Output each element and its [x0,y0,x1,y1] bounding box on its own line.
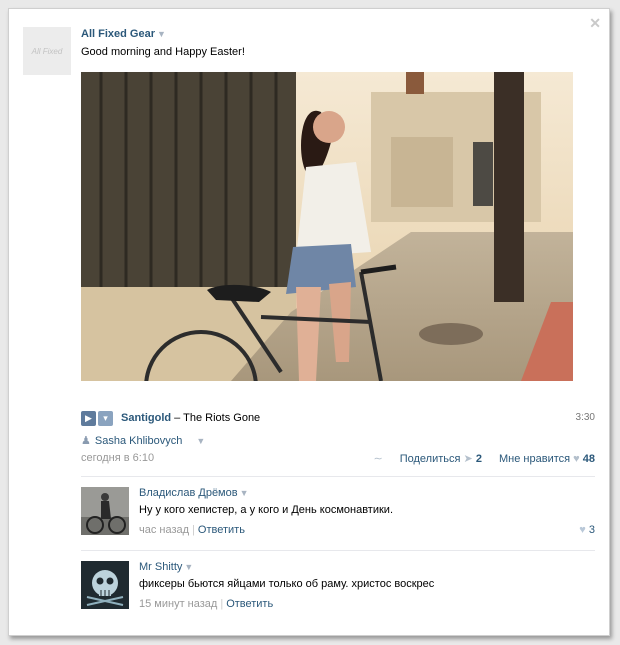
heart-icon: ♥ [579,524,586,536]
comment: Mr Shitty ▼ фиксеры бьются яйцами только … [81,561,595,611]
audio-artist[interactable]: Santigold [121,412,171,424]
comment-time[interactable]: час назад [139,524,189,536]
play-icon[interactable]: ▶ [81,411,96,426]
chevron-down-icon[interactable]: ▼ [196,436,205,446]
share-button[interactable]: Поделиться ➤ 2 [400,453,482,465]
divider: | [192,524,195,536]
like-button[interactable]: Мне нравится ♥ 48 [499,453,595,465]
comment-like-button[interactable]: ♥ 3 [579,524,595,536]
photo-image [81,72,573,381]
comment-author: Mr Shitty ▼ [139,561,193,573]
group-avatar[interactable]: All Fixed [23,27,71,75]
comment-meta: 15 минут назад | Ответить [139,598,273,610]
share-count: 2 [475,453,482,465]
group-avatar-text: All Fixed [31,46,63,56]
chevron-down-icon[interactable]: ▼ [240,488,249,498]
audio-song: The Riots Gone [183,412,261,424]
post-meta: сегодня в 6:10 ∼ Поделиться ➤ 2 Мне нрав… [81,452,595,466]
comment-time[interactable]: 15 минут назад [139,598,217,610]
audio-track: ▶ ▾ Santigold – The Riots Gone 3:30 [81,411,595,427]
post-text: Good morning and Happy Easter! [81,46,245,58]
avatar-image [81,487,129,535]
reply-button[interactable]: Ответить [226,598,273,610]
comment-text: фиксеры бьются яйцами только об раму. хр… [139,578,435,590]
close-icon[interactable]: ✕ [589,15,601,32]
post-author: All Fixed Gear ▼ [81,28,166,40]
repost-source: ♟ Sasha Khlibovych ▼ [81,434,205,447]
audio-dash: – [171,412,184,424]
repost-author-link[interactable]: Sasha Khlibovych [95,435,182,447]
comment-author-link[interactable]: Mr Shitty [139,561,182,573]
avatar-image [81,561,129,609]
comment: Владислав Дрёмов ▼ Ну у кого хепистер, а … [81,487,595,537]
chevron-down-icon[interactable]: ▼ [184,562,193,572]
divider [81,550,595,551]
share-icon: ➤ [463,453,473,465]
like-count: 48 [582,453,595,465]
comment-author-link[interactable]: Владислав Дрёмов [139,487,238,499]
like-label: Мне нравится [499,453,571,465]
avatar[interactable] [81,487,129,535]
avatar[interactable] [81,561,129,609]
reply-button[interactable]: Ответить [198,524,245,536]
audio-title[interactable]: Santigold – The Riots Gone [121,412,260,424]
post-author-link[interactable]: All Fixed Gear [81,28,155,40]
audio-duration: 3:30 [575,412,595,423]
heart-icon: ♥ [573,453,580,465]
chevron-down-icon[interactable]: ▼ [157,29,166,39]
comment-meta: час назад | Ответить [139,524,245,536]
comment-text: Ну у кого хепистер, а у кого и День косм… [139,504,393,516]
comment-like-count: 3 [588,524,595,536]
divider [81,476,595,477]
divider: | [220,598,224,610]
post-card: ✕ All Fixed All Fixed Gear ▼ Good morning… [8,8,610,636]
post-photo[interactable] [81,72,573,381]
add-icon[interactable]: ▾ [98,411,113,426]
rss-icon: ∼ [373,453,383,465]
person-icon: ♟ [81,435,91,447]
comment-author: Владислав Дрёмов ▼ [139,487,249,499]
post-time[interactable]: сегодня в 6:10 [81,452,154,464]
post-actions: ∼ Поделиться ➤ 2 Мне нравится ♥ 48 [373,452,595,465]
share-label: Поделиться [399,453,461,465]
